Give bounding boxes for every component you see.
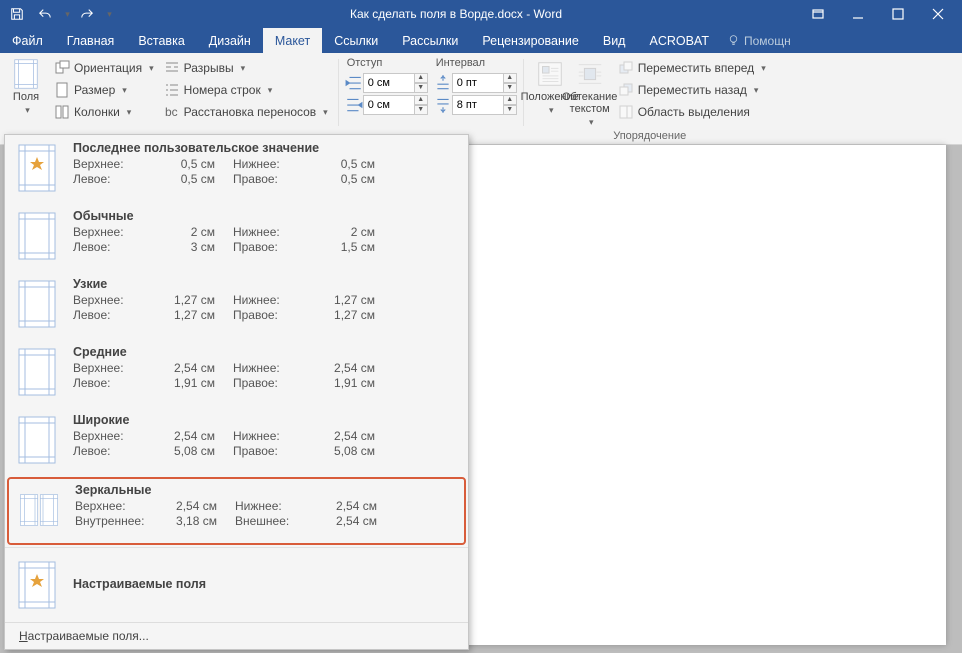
indent-left[interactable]: ▲▼ — [345, 72, 428, 94]
margin-preset-title: Последнее пользовательское значение — [73, 141, 458, 157]
group-paragraph: Отступ ▲▼ ▲▼ Интервал ▲▼ ▲▼ — [339, 53, 523, 144]
orientation-icon — [54, 60, 70, 76]
tab-file[interactable]: Файл — [0, 28, 55, 53]
columns-button[interactable]: Колонки — [50, 101, 158, 123]
selection-pane-button: Область выделения — [614, 101, 770, 123]
tell-me[interactable]: Помощн — [727, 28, 791, 53]
margin-preset-3[interactable]: Средние Верхнее:2,54 смНижнее:2,54 смЛев… — [5, 339, 468, 407]
margin-preset-title: Широкие — [73, 413, 458, 429]
selection-pane-icon — [618, 104, 634, 120]
send-backward-button: Переместить назад — [614, 79, 770, 101]
margin-preset-5[interactable]: Зеркальные Верхнее:2,54 смНижнее:2,54 см… — [7, 477, 466, 545]
window-title: Как сделать поля в Ворде.docx - Word — [114, 7, 798, 21]
group-arrange: Положение Обтекание текстом Переместить … — [524, 53, 776, 144]
margins-icon — [11, 59, 41, 89]
margin-preset-icon — [15, 141, 59, 195]
tab-insert[interactable]: Вставка — [126, 28, 196, 53]
send-backward-icon — [618, 82, 634, 98]
orientation-button[interactable]: Ориентация — [50, 57, 158, 79]
indent-left-icon — [345, 74, 363, 92]
hyphenation-button[interactable]: bcРасстановка переносов — [160, 101, 332, 123]
spacing-after[interactable]: ▲▼ — [434, 94, 517, 116]
size-icon — [54, 82, 70, 98]
wrap-text-button: Обтекание текстом — [570, 57, 610, 128]
window-controls — [798, 0, 958, 28]
tab-design[interactable]: Дизайн — [197, 28, 263, 53]
ribbon: Поля Ориентация Размер Колонки Разрывы Н… — [0, 53, 962, 145]
close-icon[interactable] — [918, 0, 958, 28]
margin-preset-values: Верхнее:2,54 смНижнее:2,54 смВнутреннее:… — [75, 499, 456, 528]
qat-customize[interactable] — [102, 2, 114, 26]
margin-preset-icon — [15, 209, 59, 263]
tab-view[interactable]: Вид — [591, 28, 638, 53]
spacing-before[interactable]: ▲▼ — [434, 72, 517, 94]
margin-preset-4[interactable]: Широкие Верхнее:2,54 смНижнее:2,54 смЛев… — [5, 407, 468, 475]
svg-text:bc: bc — [165, 105, 178, 119]
line-numbers-button[interactable]: Номера строк — [160, 79, 332, 101]
margin-preset-values: Верхнее:2,54 смНижнее:2,54 смЛевое:1,91 … — [73, 361, 458, 390]
margin-preset-title: Обычные — [73, 209, 458, 225]
margin-preset-icon — [15, 413, 59, 467]
margin-preset-values: Верхнее:2 смНижнее:2 смЛевое:3 смПравое:… — [73, 225, 458, 254]
margin-preset-1[interactable]: Обычные Верхнее:2 смНижнее:2 смЛевое:3 с… — [5, 203, 468, 271]
margin-preset-values: Верхнее:1,27 смНижнее:1,27 смЛевое:1,27 … — [73, 293, 458, 322]
redo-icon[interactable] — [74, 2, 100, 26]
size-button[interactable]: Размер — [50, 79, 158, 101]
breaks-button[interactable]: Разрывы — [160, 57, 332, 79]
line-numbers-icon — [164, 82, 180, 98]
arrange-label: Упорядочение — [530, 128, 770, 142]
undo-icon[interactable] — [32, 2, 58, 26]
group-page-setup: Поля Ориентация Размер Колонки Разрывы Н… — [0, 53, 338, 144]
indent-label: Отступ — [345, 57, 428, 72]
indent-right-icon — [345, 96, 363, 114]
margin-preset-title: Средние — [73, 345, 458, 361]
columns-icon — [54, 104, 70, 120]
margin-preset-values: Верхнее:2,54 смНижнее:2,54 смЛевое:5,08 … — [73, 429, 458, 458]
tab-acrobat[interactable]: ACROBAT — [637, 28, 721, 53]
margin-custom-icon — [15, 558, 59, 612]
margins-dropdown: Последнее пользовательское значение Верх… — [4, 134, 469, 650]
undo-dropdown[interactable] — [60, 2, 72, 26]
margin-preset-values: Верхнее:0,5 смНижнее:0,5 смЛевое:0,5 смП… — [73, 157, 458, 186]
tab-home[interactable]: Главная — [55, 28, 127, 53]
position-icon — [535, 59, 565, 89]
margin-custom-item[interactable]: Настраиваемые поля — [5, 548, 468, 622]
tab-references[interactable]: Ссылки — [322, 28, 390, 53]
margins-button[interactable]: Поля — [6, 57, 46, 127]
spacing-after-icon — [434, 96, 452, 114]
margin-custom-command[interactable]: Настраиваемые поля... — [5, 622, 468, 649]
spacing-before-icon — [434, 74, 452, 92]
margin-preset-2[interactable]: Узкие Верхнее:1,27 смНижнее:1,27 смЛевое… — [5, 271, 468, 339]
minimize-icon[interactable] — [838, 0, 878, 28]
bring-forward-button: Переместить вперед — [614, 57, 770, 79]
tab-mailings[interactable]: Рассылки — [390, 28, 470, 53]
tab-layout[interactable]: Макет — [263, 28, 322, 53]
margin-preset-title: Узкие — [73, 277, 458, 293]
tab-review[interactable]: Рецензирование — [470, 28, 591, 53]
spacing-label: Интервал — [434, 57, 517, 72]
hyphenation-icon: bc — [164, 104, 180, 120]
margin-preset-icon — [15, 345, 59, 399]
breaks-icon — [164, 60, 180, 76]
wrap-icon — [575, 59, 605, 89]
titlebar: Как сделать поля в Ворде.docx - Word — [0, 0, 962, 28]
maximize-icon[interactable] — [878, 0, 918, 28]
margin-preset-title: Зеркальные — [75, 483, 456, 499]
bring-forward-icon — [618, 60, 634, 76]
save-icon[interactable] — [4, 2, 30, 26]
margin-preset-icon — [17, 483, 61, 537]
margin-preset-0[interactable]: Последнее пользовательское значение Верх… — [5, 135, 468, 203]
margin-preset-icon — [15, 277, 59, 331]
ribbon-tabs: Файл Главная Вставка Дизайн Макет Ссылки… — [0, 28, 962, 53]
indent-right[interactable]: ▲▼ — [345, 94, 428, 116]
lightbulb-icon — [727, 34, 740, 47]
ribbon-display-icon[interactable] — [798, 0, 838, 28]
quick-access-toolbar — [4, 2, 114, 26]
